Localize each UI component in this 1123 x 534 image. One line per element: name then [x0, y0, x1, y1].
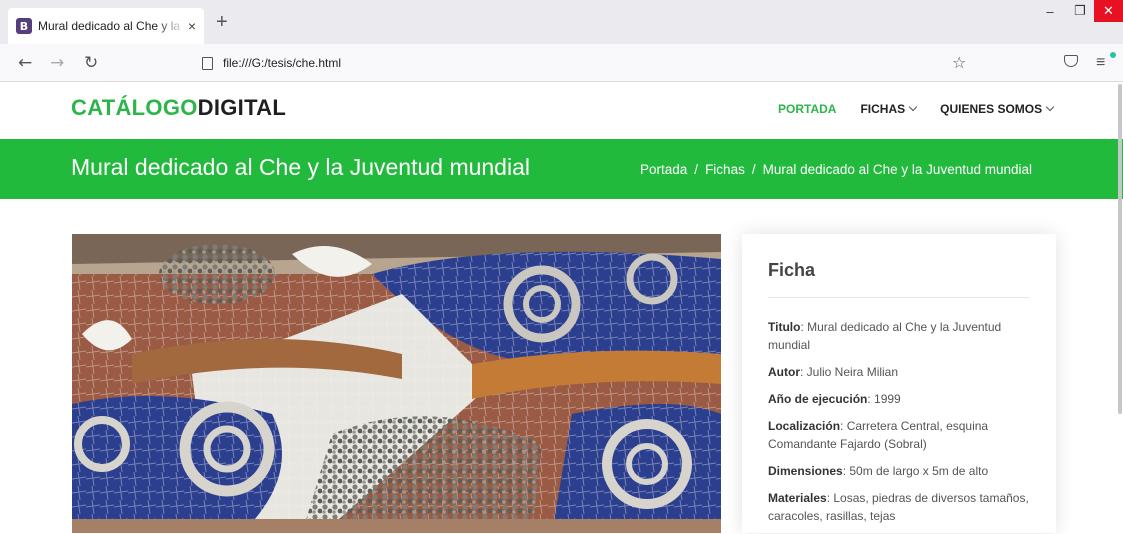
address-bar[interactable]: file:///G:/tesis/che.html — [196, 50, 976, 76]
field-value: : Mural dedicado al Che y la Juventud mu… — [768, 320, 1002, 352]
page-title: Mural dedicado al Che y la Juventud mund… — [71, 154, 530, 180]
breadcrumb-separator: / — [694, 162, 699, 177]
mural-mosaic-image — [72, 234, 721, 533]
update-indicator-icon — [1110, 52, 1116, 58]
browser-tab[interactable]: B Mural dedicado al Che y la Juventud mu… — [8, 8, 204, 44]
main-navigation: PORTADA FICHAS QUIENES SOMOS — [778, 102, 1077, 116]
field-value: : Julio Neira Milian — [800, 365, 899, 379]
breadcrumb-fichas[interactable]: Fichas — [705, 162, 745, 177]
ficha-title: Ficha — [768, 260, 816, 280]
breadcrumb-current: Mural dedicado al Che y la Juventud mund… — [762, 162, 1033, 177]
browser-navigation-bar: ← → ↻ file:///G:/tesis/che.html ☆ ≡ — [0, 44, 1123, 82]
field-label: Titulo — [768, 320, 801, 334]
new-tab-button[interactable]: + — [216, 12, 228, 32]
nav-portada[interactable]: PORTADA — [778, 102, 836, 116]
site-header: CATÁLOGODIGITAL PORTADA FICHAS QUIENES S… — [0, 82, 1123, 139]
field-titulo: Titulo: Mural dedicado al Che y la Juven… — [768, 318, 1030, 354]
nav-fichas[interactable]: FICHAS — [860, 102, 918, 116]
chevron-down-icon — [908, 102, 918, 112]
tab-title: Mural dedicado al Che y la Juventud mund… — [37, 19, 186, 33]
scrollbar-thumb[interactable] — [1118, 84, 1122, 414]
breadcrumb: Portada / Fichas / Mural dedicado al Che… — [640, 162, 1032, 177]
url-text[interactable]: file:///G:/tesis/che.html — [223, 56, 341, 70]
logo-part-catalogo: CATÁLOGO — [71, 95, 198, 120]
nav-quienes-somos-label: QUIENES SOMOS — [940, 102, 1043, 116]
field-label: Localización — [768, 419, 841, 433]
nav-portada-label: PORTADA — [778, 102, 837, 116]
logo-part-digital: DIGITAL — [197, 95, 287, 120]
field-anio: Año de ejecución: 1999 — [768, 390, 1030, 408]
field-label: Dimensiones — [768, 464, 843, 478]
field-autor: Autor: Julio Neira Milian — [768, 363, 1030, 381]
field-dimensiones: Dimensiones: 50m de largo x 5m de alto — [768, 462, 1030, 480]
menu-icon[interactable]: ≡ — [1096, 54, 1105, 72]
restore-window-button[interactable]: ❐ — [1066, 0, 1094, 22]
field-value: : 1999 — [867, 392, 901, 406]
page-icon — [202, 56, 213, 70]
field-localizacion: Localización: Carretera Central, esquina… — [768, 417, 1030, 453]
field-value: : 50m de largo x 5m de alto — [842, 464, 989, 478]
close-window-button[interactable]: ✕ — [1094, 0, 1123, 22]
ficha-fields: Titulo: Mural dedicado al Che y la Juven… — [768, 318, 1030, 534]
mural-photo — [72, 234, 721, 533]
site-logo[interactable]: CATÁLOGODIGITAL — [71, 95, 286, 121]
ficha-card: Ficha Titulo: Mural dedicado al Che y la… — [742, 234, 1056, 533]
bookmark-star-icon[interactable]: ☆ — [952, 53, 966, 72]
forward-arrow-icon[interactable]: → — [50, 53, 64, 73]
breadcrumb-portada[interactable]: Portada — [640, 162, 687, 177]
minimize-window-button[interactable]: – — [1036, 0, 1064, 22]
pocket-icon[interactable] — [1064, 55, 1078, 67]
nav-fichas-label: FICHAS — [860, 102, 906, 116]
field-label: Año de ejecución — [768, 392, 868, 406]
bootstrap-favicon-icon: B — [16, 18, 32, 34]
field-label: Materiales — [768, 491, 827, 505]
browser-tab-bar: B Mural dedicado al Che y la Juventud mu… — [0, 0, 1123, 44]
reload-icon[interactable]: ↻ — [84, 53, 98, 73]
field-materiales: Materiales: Losas, piedras de diversos t… — [768, 489, 1030, 525]
page-scrollbar[interactable] — [1117, 84, 1123, 414]
close-tab-icon[interactable]: × — [188, 18, 196, 34]
divider — [768, 297, 1030, 298]
breadcrumb-separator: / — [751, 162, 756, 177]
page-title-banner: Mural dedicado al Che y la Juventud mund… — [0, 139, 1123, 199]
nav-quienes-somos[interactable]: QUIENES SOMOS — [940, 102, 1055, 116]
back-arrow-icon[interactable]: ← — [18, 53, 32, 73]
field-label: Autor — [768, 365, 800, 379]
chevron-down-icon — [1045, 102, 1055, 112]
